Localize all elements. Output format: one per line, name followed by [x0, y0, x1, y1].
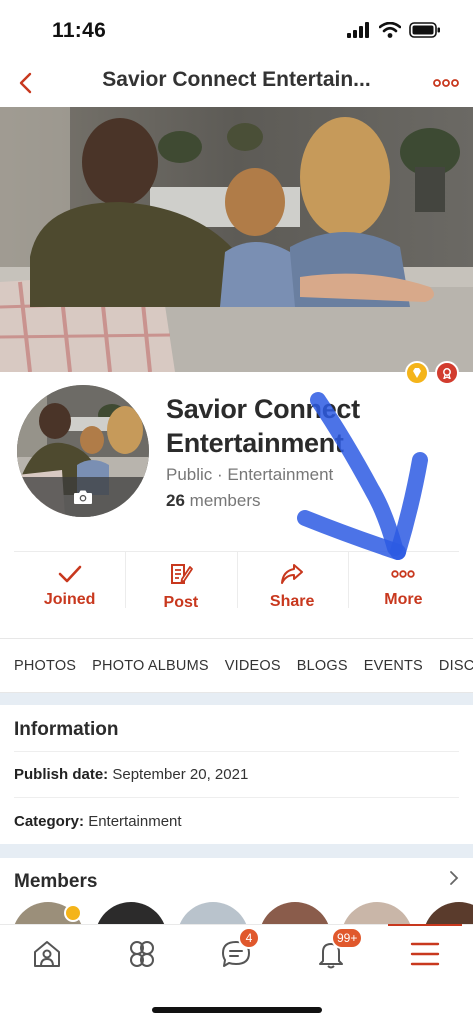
- battery-icon: [409, 22, 440, 38]
- publish-date-row: Publish date: September 20, 2021: [14, 766, 459, 783]
- publish-date-label: Publish date:: [14, 766, 109, 783]
- status-bar: 11:46: [0, 0, 473, 62]
- nav-more-button[interactable]: [431, 68, 461, 98]
- nav-groups[interactable]: [122, 937, 162, 971]
- active-tab-indicator: [388, 924, 462, 926]
- nav-menu[interactable]: [405, 937, 445, 971]
- nav-home[interactable]: [27, 937, 67, 971]
- post-label: Post: [163, 593, 199, 611]
- tab-events[interactable]: EVENTS: [364, 658, 423, 674]
- page-title: Savior Connect Entertain...: [102, 68, 371, 91]
- member-count-number: 26: [166, 491, 185, 510]
- chat-badge: 4: [238, 927, 260, 949]
- category-row: Category: Entertainment: [14, 813, 459, 830]
- member-avatar[interactable]: [95, 902, 167, 924]
- check-icon: [58, 565, 81, 582]
- post-button[interactable]: Post: [125, 552, 236, 621]
- tab-discussions[interactable]: DISCUSSIONS: [439, 658, 473, 674]
- share-button[interactable]: Share: [236, 552, 348, 621]
- group-name: Savior Connect Entertainment: [166, 394, 360, 458]
- members-section[interactable]: Members: [0, 858, 473, 924]
- group-avatar[interactable]: [14, 382, 152, 520]
- more-dots-icon: [433, 79, 459, 87]
- member-avatar[interactable]: [177, 902, 249, 924]
- cover-image: [0, 107, 473, 372]
- section-separator: [0, 844, 473, 858]
- share-label: Share: [269, 592, 315, 610]
- groups-icon: [130, 941, 154, 967]
- tab-photo-albums[interactable]: PHOTO ALBUMS: [92, 658, 209, 674]
- nav-chat[interactable]: 4: [216, 927, 260, 971]
- home-indicator: [152, 1007, 322, 1013]
- menu-icon: [410, 942, 440, 966]
- nav-bar: Savior Connect Entertain...: [0, 62, 473, 107]
- wifi-icon: [379, 22, 401, 38]
- status-time: 11:46: [52, 19, 107, 42]
- member-gold-badge-icon: [64, 904, 82, 922]
- more-label: More: [384, 590, 423, 608]
- publish-date-value: September 20, 2021: [112, 766, 249, 783]
- information-section: Information Publish date: September 20, …: [0, 705, 473, 844]
- joined-label: Joined: [43, 590, 96, 608]
- group-meta: Public · Entertainment: [166, 465, 334, 484]
- chevron-right-icon[interactable]: [449, 870, 459, 886]
- post-icon: [170, 563, 193, 584]
- red-badge-icon[interactable]: [435, 361, 459, 385]
- cover-photo[interactable]: [0, 107, 473, 372]
- information-title: Information: [14, 719, 119, 740]
- camera-icon: [74, 490, 92, 504]
- member-count[interactable]: 26 members: [166, 491, 261, 511]
- home-icon: [34, 941, 60, 967]
- share-icon: [281, 563, 304, 584]
- category-label: Category:: [14, 813, 85, 830]
- notifications-badge: 99+: [331, 927, 364, 949]
- member-avatar[interactable]: [259, 902, 331, 924]
- nav-notifications[interactable]: 99+: [311, 927, 364, 971]
- more-button[interactable]: More: [347, 552, 459, 621]
- joined-button[interactable]: Joined: [14, 552, 125, 621]
- tab-blogs[interactable]: BLOGS: [297, 658, 348, 674]
- section-tabs: PHOTOS PHOTO ALBUMS VIDEOS BLOGS EVENTS …: [0, 638, 473, 693]
- section-separator: [0, 693, 473, 705]
- divider: [14, 797, 459, 798]
- member-avatar[interactable]: [341, 902, 413, 924]
- member-avatar[interactable]: [423, 902, 473, 924]
- divider: [14, 751, 459, 752]
- award-icon: [443, 368, 451, 379]
- group-actions: Joined Post Share More: [14, 551, 459, 621]
- gold-badge-icon[interactable]: [405, 361, 429, 385]
- members-title: Members: [14, 871, 98, 892]
- back-button[interactable]: [10, 66, 40, 100]
- signal-icon: [347, 22, 369, 38]
- category-value: Entertainment: [88, 813, 182, 830]
- chevron-left-icon: [19, 72, 32, 94]
- change-avatar-button[interactable]: [17, 477, 149, 517]
- diamond-icon: [413, 368, 421, 378]
- member-count-suffix: members: [189, 491, 261, 510]
- more-dots-icon: [391, 569, 416, 578]
- tab-videos[interactable]: VIDEOS: [225, 658, 281, 674]
- status-icons: [347, 22, 441, 38]
- tab-photos[interactable]: PHOTOS: [14, 658, 76, 674]
